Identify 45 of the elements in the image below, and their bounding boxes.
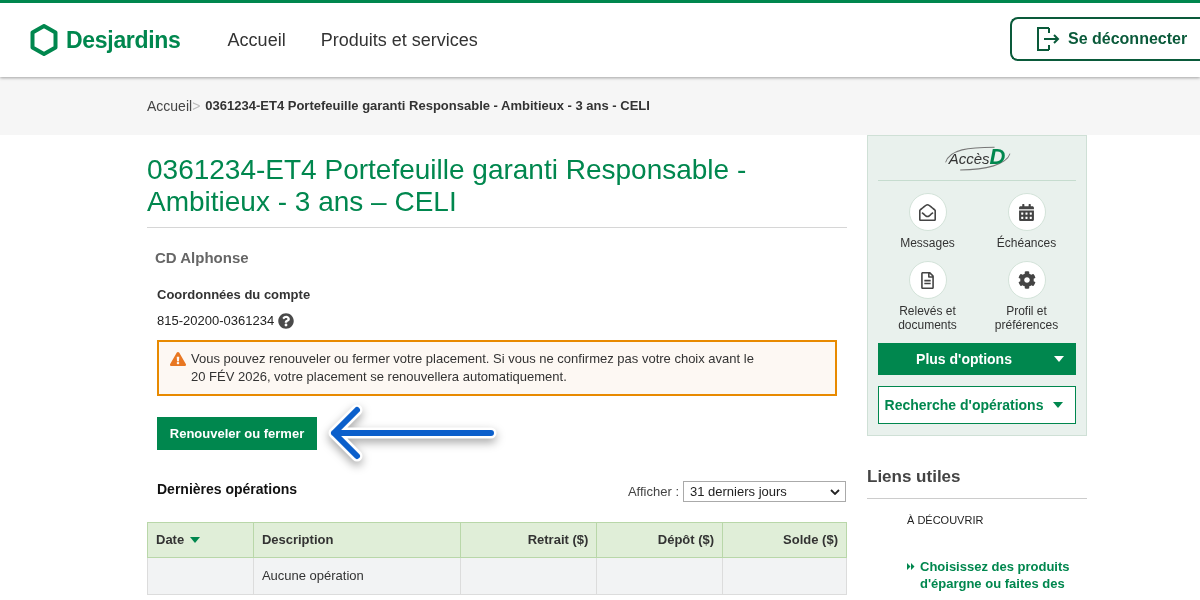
useful-links-title: Liens utiles <box>867 467 1087 499</box>
breadcrumb-current: 0361234-ET4 Portefeuille garanti Responsable - Ambitieux - 3 ans - CELI <box>205 97 650 116</box>
breadcrumb-separator: > <box>192 96 201 116</box>
brand-logo[interactable]: Desjardins <box>66 22 181 58</box>
section-label: À DÉCOUVRIR <box>907 513 984 527</box>
renew-or-close-button[interactable]: Renouveler ou fermer <box>157 417 317 450</box>
column-header[interactable]: Solde ($) <box>722 522 847 558</box>
period-select[interactable]: 31 derniers jours <box>683 481 846 502</box>
column-header[interactable]: Retrait ($) <box>460 522 597 558</box>
shortcut-label[interactable]: Relevés et documents <box>879 304 976 332</box>
nav-link[interactable]: Accueil <box>227 26 286 54</box>
caret-icon <box>1053 402 1063 408</box>
chevron-down-icon <box>830 488 840 495</box>
breadcrumb-link[interactable]: Accueil <box>147 95 193 117</box>
section-title: Dernières opérations <box>157 481 298 497</box>
accesd-logo: AccèsD <box>942 145 1012 171</box>
account-number: 815-20200-0361234 <box>157 313 275 329</box>
sort-arrow-icon <box>190 537 201 543</box>
column-header[interactable]: Description <box>253 522 461 558</box>
hexagon-logo-icon <box>30 24 58 56</box>
shortcut-label[interactable]: Profil et préférences <box>978 304 1075 332</box>
shortcut-label[interactable]: Messages <box>879 236 976 250</box>
account-heading: Coordonnées du compte <box>157 287 311 303</box>
caret-icon <box>1054 356 1064 362</box>
logout-button[interactable]: Se déconnecter <box>1010 17 1200 61</box>
useful-link[interactable]: Choisissez des produits d'épargne ou faites des <box>920 558 1072 592</box>
dropdown-button[interactable]: Recherche d'opérations <box>878 386 1076 424</box>
help-icon[interactable] <box>278 313 295 329</box>
logout-icon <box>1036 26 1060 52</box>
page-title: 0361234-ET4 Portefeuille garanti Responsable - Ambitieux - 3 ans – CELI <box>147 154 847 228</box>
settings-icon[interactable] <box>1007 261 1046 299</box>
warning-icon <box>170 351 186 367</box>
account-holder: CD Alphonse <box>155 249 249 267</box>
envelope-icon[interactable] <box>908 193 947 231</box>
filter-label: Afficher : <box>627 482 679 501</box>
document-icon[interactable] <box>908 261 947 299</box>
nav-link[interactable]: Produits et services <box>320 26 478 54</box>
calendar-icon[interactable] <box>1007 193 1046 231</box>
column-header[interactable]: Dépôt ($) <box>596 522 723 558</box>
double-chevron-icon <box>907 563 915 570</box>
alert-message: Vous pouvez renouveler ou fermer votre placement. Si vous ne confirmez pas votre choix avant le 20 FÉV 2026, votre placement se renouvellera automatiquement. <box>191 350 755 386</box>
column-header[interactable]: Date <box>147 522 254 558</box>
dropdown-button[interactable]: Plus d'options <box>878 343 1076 375</box>
shortcut-label[interactable]: Échéances <box>978 236 1075 250</box>
table-cell: Aucune opération <box>253 557 461 595</box>
